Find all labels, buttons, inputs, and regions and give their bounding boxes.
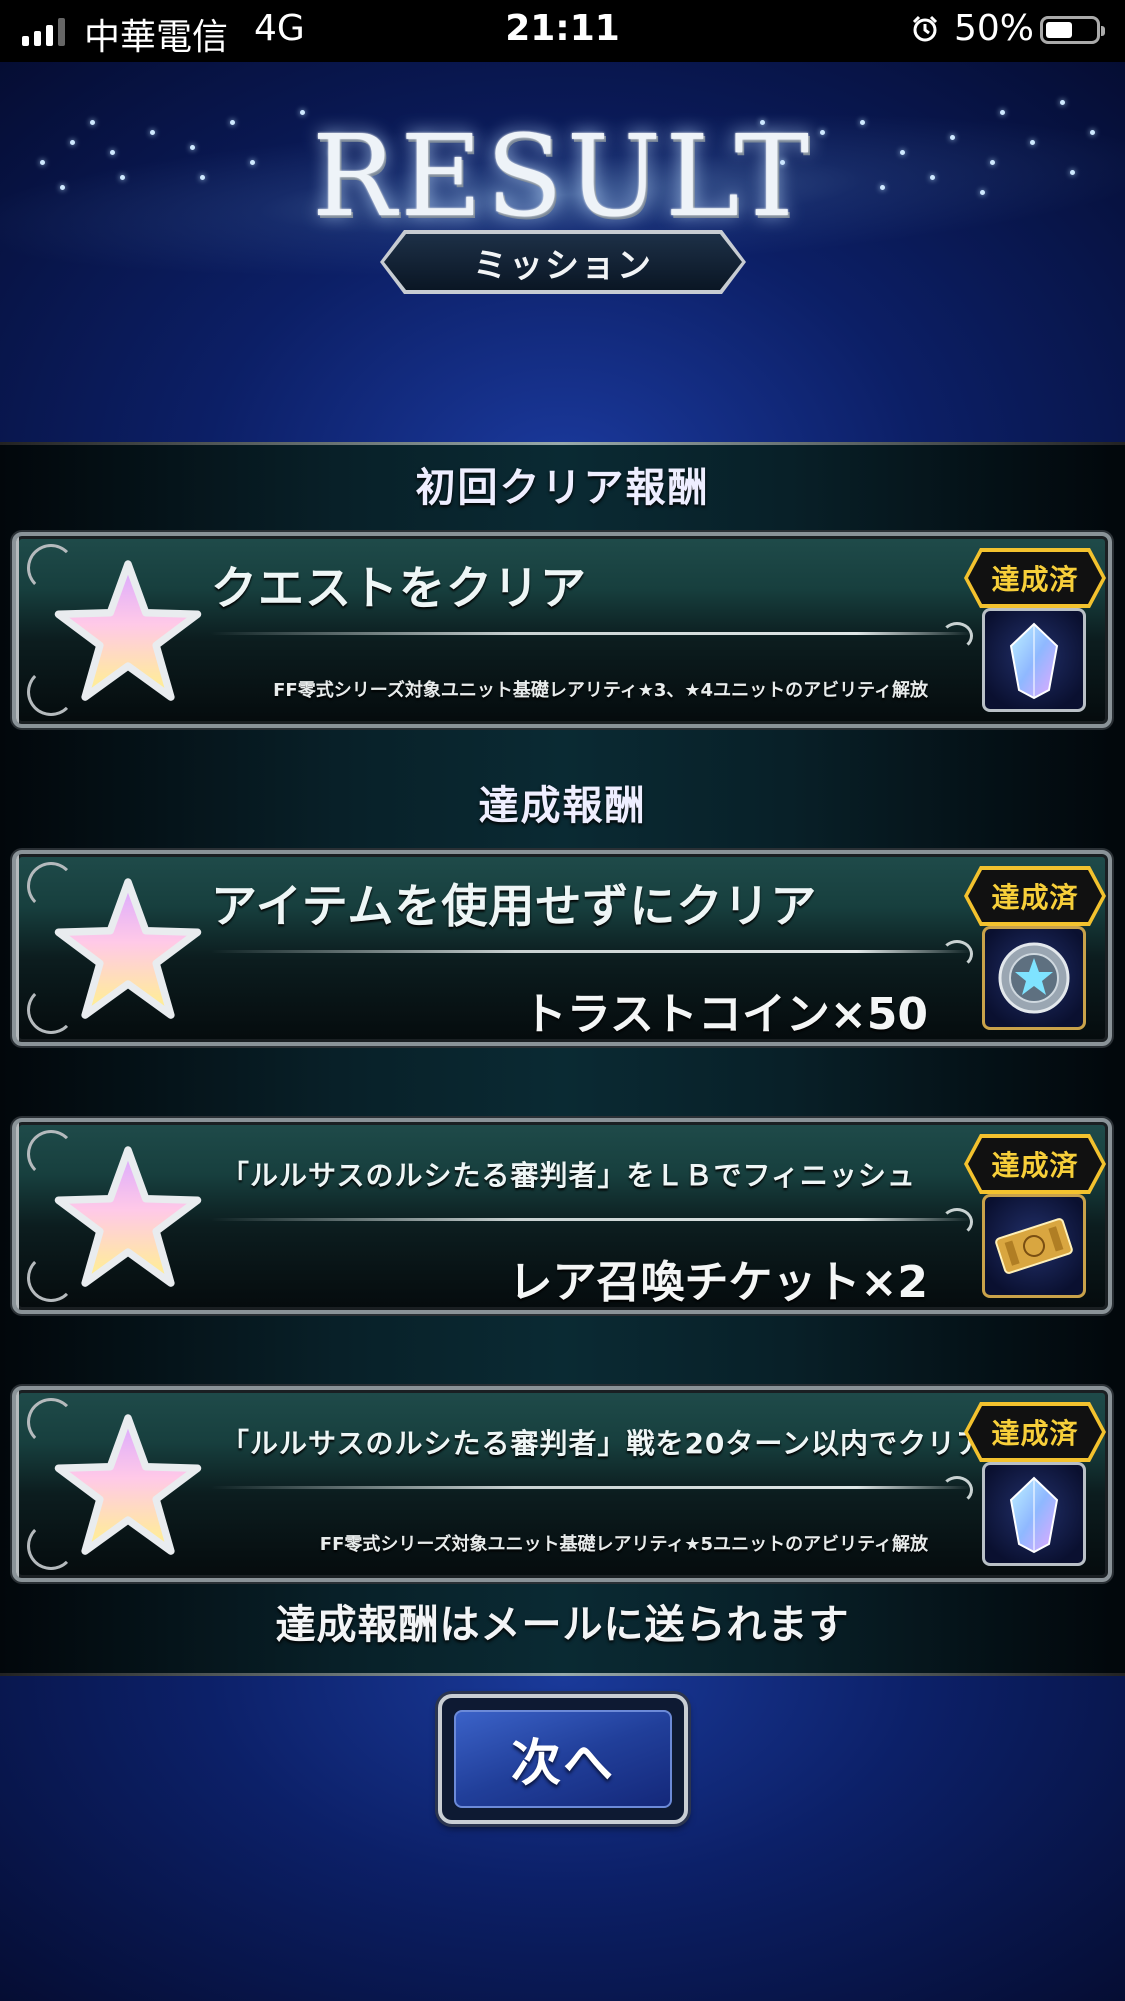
achievement-section-title: 達成報酬: [478, 783, 647, 829]
completed-badge-label: 達成済: [991, 563, 1079, 596]
rewards-mail-note: 達成報酬はメールに送られます: [275, 1602, 850, 1648]
mission-title: 「ルルサスのルシたる審判者」戦を20ターン以内でクリア: [221, 1427, 986, 1460]
completed-badge-label: 達成済: [991, 881, 1079, 914]
reward-icon-box: [982, 926, 1086, 1030]
mission-plate: ミッション: [384, 234, 742, 290]
star-icon: [54, 1146, 202, 1287]
mission-title: クエストをクリア: [211, 561, 587, 615]
next-button-face[interactable]: 次へ: [454, 1710, 672, 1808]
mission-reward: FF零式シリーズ対象ユニット基礎レアリティ★3、★4ユニットのアビリティ解放: [273, 680, 928, 701]
mission-card: 「ルルサスのルシたる審判者」をＬＢでフィニッシュ レア召喚チケット×2 達成済: [12, 1118, 1112, 1314]
mission-reward: トラストコイン×50: [522, 989, 928, 1040]
star-icon: [54, 560, 202, 701]
reward-icon-box: [982, 608, 1086, 712]
completed-badge: 達成済: [968, 1406, 1102, 1458]
next-button-label: 次へ: [511, 1734, 615, 1792]
summon-ticket-icon: [995, 1218, 1073, 1274]
result-title: RESULT: [311, 112, 814, 242]
battery-percent: 50%: [954, 8, 1035, 49]
reward-icon-box: [982, 1194, 1086, 1298]
completed-badge-label: 達成済: [991, 1149, 1079, 1182]
card-divider: [211, 1476, 973, 1504]
result-header: RESULT ミッション: [0, 62, 1125, 442]
crystal-icon: [1009, 622, 1059, 700]
card-divider: [211, 1208, 973, 1236]
alarm-icon: [912, 15, 938, 42]
mission-card: クエストをクリア FF零式シリーズ対象ユニット基礎レアリティ★3、★4ユニットの…: [12, 532, 1112, 728]
mission-title: 「ルルサスのルシたる審判者」をＬＢでフィニッシュ: [221, 1159, 916, 1192]
next-button[interactable]: 次へ: [438, 1694, 688, 1824]
completed-badge: 達成済: [968, 870, 1102, 922]
star-icon: [54, 878, 202, 1019]
mission-reward: FF零式シリーズ対象ユニット基礎レアリティ★5ユニットのアビリティ解放: [319, 1534, 928, 1555]
mission-subtitle: ミッション: [473, 245, 653, 286]
star-icon: [54, 1414, 202, 1555]
completed-badge: 達成済: [968, 552, 1102, 604]
first-clear-section-title: 初回クリア報酬: [415, 465, 710, 511]
reward-icon-box: [982, 1462, 1086, 1566]
screen: 中華電信 4G 21:11 50% RESULT ミッション 初回クリア報酬 ク…: [0, 0, 1125, 2001]
status-bar: 中華電信 4G 21:11 50%: [0, 0, 1125, 62]
battery-icon: [1040, 16, 1105, 44]
sparkle: [1060, 100, 1065, 105]
completed-badge-label: 達成済: [991, 1417, 1079, 1450]
panel-top-divider: [0, 442, 1125, 445]
completed-badge: 達成済: [968, 1138, 1102, 1190]
mission-title: アイテムを使用せずにクリア: [211, 879, 818, 933]
trust-coin-icon: [998, 942, 1070, 1014]
card-divider: [211, 622, 973, 650]
card-divider: [211, 940, 973, 968]
mission-reward: レア召喚チケット×2: [508, 1257, 928, 1308]
crystal-icon: [1009, 1476, 1059, 1554]
mission-card: 「ルルサスのルシたる審判者」戦を20ターン以内でクリア FF零式シリーズ対象ユニ…: [12, 1386, 1112, 1582]
mission-card: アイテムを使用せずにクリア トラストコイン×50 達成済: [12, 850, 1112, 1046]
